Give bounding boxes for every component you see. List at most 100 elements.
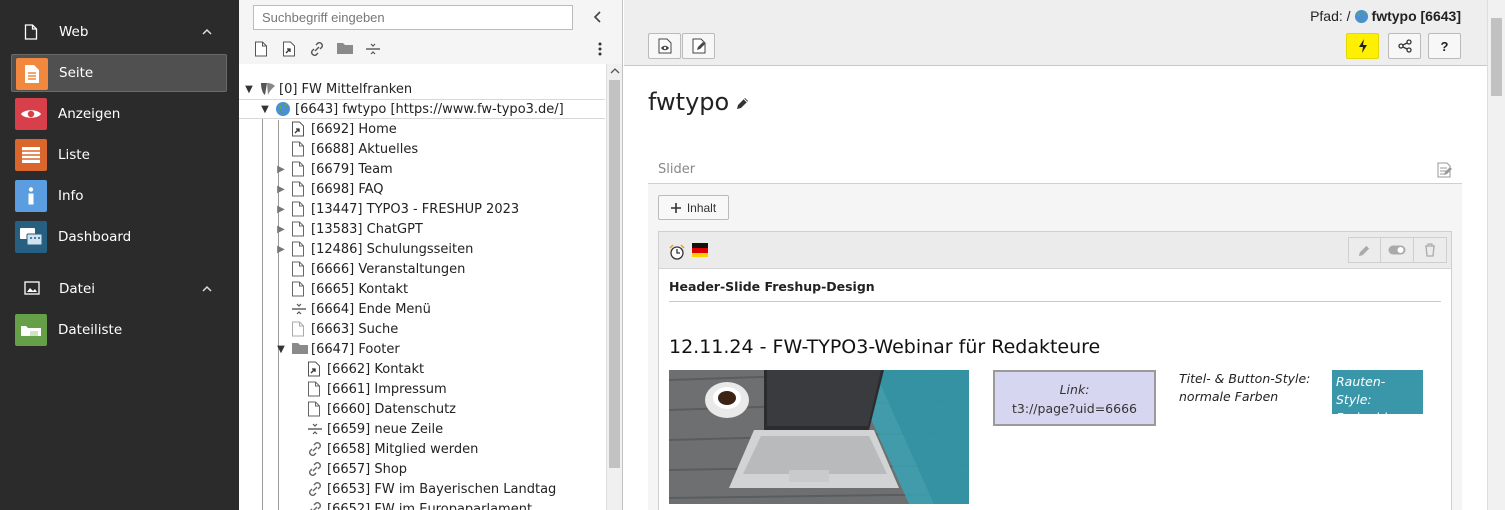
expanded-toggle-icon[interactable]: ▼ [259, 104, 271, 115]
tree-node-label[interactable]: [6653] FW im Bayerischen Landtag [327, 482, 556, 497]
collapsed-toggle-icon[interactable]: ▶ [275, 224, 287, 235]
module-dateiliste[interactable]: Dateiliste [11, 311, 227, 349]
tree-node-label[interactable]: [6657] Shop [327, 462, 407, 477]
clear-cache-button[interactable] [1346, 33, 1379, 59]
tree-node-label[interactable]: [6661] Impressum [327, 382, 447, 397]
tree-node[interactable]: [6661] Impressum [291, 379, 447, 399]
collapsed-toggle-icon[interactable]: ▶ [275, 164, 287, 175]
tree-node-label[interactable]: [6665] Kontakt [311, 282, 408, 297]
separator-icon[interactable] [291, 301, 307, 317]
page-icon[interactable] [291, 141, 307, 157]
view-page-button[interactable] [648, 33, 681, 59]
tree-node-label[interactable]: [6666] Veranstaltungen [311, 262, 465, 277]
tree-node[interactable]: [6652] FW im Europaparlament [291, 499, 532, 510]
collapse-tree-icon[interactable] [593, 10, 603, 24]
module-group-web[interactable]: Web [0, 12, 239, 52]
tree-node[interactable]: [6659] neue Zeile [291, 419, 443, 439]
add-content-button[interactable]: Inhalt [658, 195, 729, 220]
shortcut-page-icon[interactable] [282, 41, 296, 57]
link-value[interactable]: t3://page?uid=6666 [995, 399, 1154, 418]
expanded-toggle-icon[interactable]: ▼ [243, 84, 255, 95]
globe-icon[interactable] [275, 101, 291, 117]
collapsed-toggle-icon[interactable]: ▶ [275, 184, 287, 195]
tree-node-label[interactable]: [6698] FAQ [311, 182, 384, 197]
shortcut-page-icon[interactable] [307, 361, 323, 377]
link-icon[interactable] [307, 501, 323, 510]
tree-node[interactable]: [6665] Kontakt [275, 279, 408, 299]
share-button[interactable] [1388, 33, 1421, 59]
page-hidden-icon[interactable] [291, 321, 307, 337]
tree-node-label[interactable]: [6679] Team [311, 162, 393, 177]
tree-node[interactable]: ▶ [6698] FAQ [275, 179, 384, 199]
main-scrollbar-thumb[interactable] [1491, 18, 1502, 96]
separator-icon[interactable] [307, 421, 323, 437]
tree-node-label[interactable]: [12486] Schulungsseiten [311, 242, 473, 257]
tree-node-label[interactable]: [6692] Home [311, 122, 397, 137]
tree-node-label[interactable]: [6658] Mitglied werden [327, 442, 478, 457]
edit-page-properties-button[interactable] [682, 33, 715, 59]
tree-node[interactable]: ▶ [12486] Schulungsseiten [275, 239, 473, 259]
tree-node[interactable]: ▶ [13447] TYPO3 - FRESHUP 2023 [275, 199, 519, 219]
page-icon[interactable] [291, 181, 307, 197]
tree-node-label[interactable]: [6659] neue Zeile [327, 422, 443, 437]
new-page-icon[interactable] [254, 41, 268, 57]
tree-node-label[interactable]: [6663] Suche [311, 322, 398, 337]
toggle-visibility-button[interactable] [1381, 237, 1414, 263]
tree-search-input[interactable] [253, 5, 573, 30]
folder-icon[interactable] [336, 41, 354, 55]
module-info[interactable]: Info [11, 177, 227, 215]
page-icon[interactable] [307, 401, 323, 417]
tree-node[interactable]: [6692] Home [275, 119, 397, 139]
page-icon[interactable] [307, 381, 323, 397]
link-icon[interactable] [307, 461, 323, 477]
tree-node[interactable]: ▼ [6643] fwtypo [https://www.fw-typo3.de/… [239, 99, 605, 119]
tree-node-label[interactable]: [6688] Aktuelles [311, 142, 418, 157]
module-liste[interactable]: Liste [11, 136, 227, 174]
tree-node[interactable]: [6660] Datenschutz [291, 399, 456, 419]
tree-node-label[interactable]: [6660] Datenschutz [327, 402, 456, 417]
tree-node[interactable]: [6663] Suche [275, 319, 398, 339]
separator-icon[interactable] [365, 41, 381, 57]
collapsed-toggle-icon[interactable]: ▶ [275, 244, 287, 255]
page-icon[interactable] [291, 201, 307, 217]
shortcut-page-icon[interactable] [291, 121, 307, 137]
link-icon[interactable] [307, 441, 323, 457]
page-icon[interactable] [291, 261, 307, 277]
tree-node[interactable]: [6658] Mitglied werden [291, 439, 478, 459]
module-seite[interactable]: Seite [11, 54, 227, 92]
tree-node[interactable]: ▼ [6647] Footer [275, 339, 400, 359]
tree-node[interactable]: [6657] Shop [291, 459, 407, 479]
tree-node[interactable]: [6662] Kontakt [291, 359, 424, 379]
tree-node[interactable]: ▼ [0] FW Mittelfranken [243, 79, 412, 99]
tree-node-label[interactable]: [6662] Kontakt [327, 362, 424, 377]
expanded-toggle-icon[interactable]: ▼ [275, 344, 287, 355]
tree-node[interactable]: [6666] Veranstaltungen [275, 259, 465, 279]
tree-node[interactable]: [6653] FW im Bayerischen Landtag [291, 479, 556, 499]
chevron-up-icon[interactable] [201, 283, 213, 295]
link-icon[interactable] [307, 481, 323, 497]
edit-column-icon[interactable] [1436, 162, 1452, 178]
tree-node[interactable]: ▶ [6679] Team [275, 159, 393, 179]
more-options-icon[interactable] [598, 41, 602, 57]
page-icon[interactable] [291, 161, 307, 177]
collapsed-toggle-icon[interactable]: ▶ [275, 204, 287, 215]
edit-element-button[interactable] [1348, 237, 1381, 263]
tree-node-label[interactable]: [6664] Ende Menü [311, 302, 431, 317]
tree-node[interactable]: [6664] Ende Menü [275, 299, 431, 319]
main-scrollbar[interactable] [1487, 0, 1505, 510]
chevron-up-icon[interactable] [201, 26, 213, 38]
tree-node-label[interactable]: [13583] ChatGPT [311, 222, 423, 237]
pencil-icon[interactable] [736, 96, 750, 110]
module-dashboard[interactable]: Dashboard [11, 218, 227, 256]
delete-element-button[interactable] [1414, 237, 1447, 263]
link-page-icon[interactable] [309, 41, 325, 57]
tree-node-label[interactable]: [13447] TYPO3 - FRESHUP 2023 [311, 202, 519, 217]
tree-node-label[interactable]: [6652] FW im Europaparlament [327, 502, 532, 510]
module-group-datei[interactable]: Datei [0, 269, 239, 309]
tree-node-label[interactable]: [0] FW Mittelfranken [279, 82, 412, 97]
page-icon[interactable] [291, 241, 307, 257]
tree-scrollbar-thumb[interactable] [609, 80, 620, 468]
help-button[interactable]: ? [1428, 33, 1461, 59]
module-anzeigen[interactable]: Anzeigen [11, 95, 227, 133]
page-icon[interactable] [291, 221, 307, 237]
